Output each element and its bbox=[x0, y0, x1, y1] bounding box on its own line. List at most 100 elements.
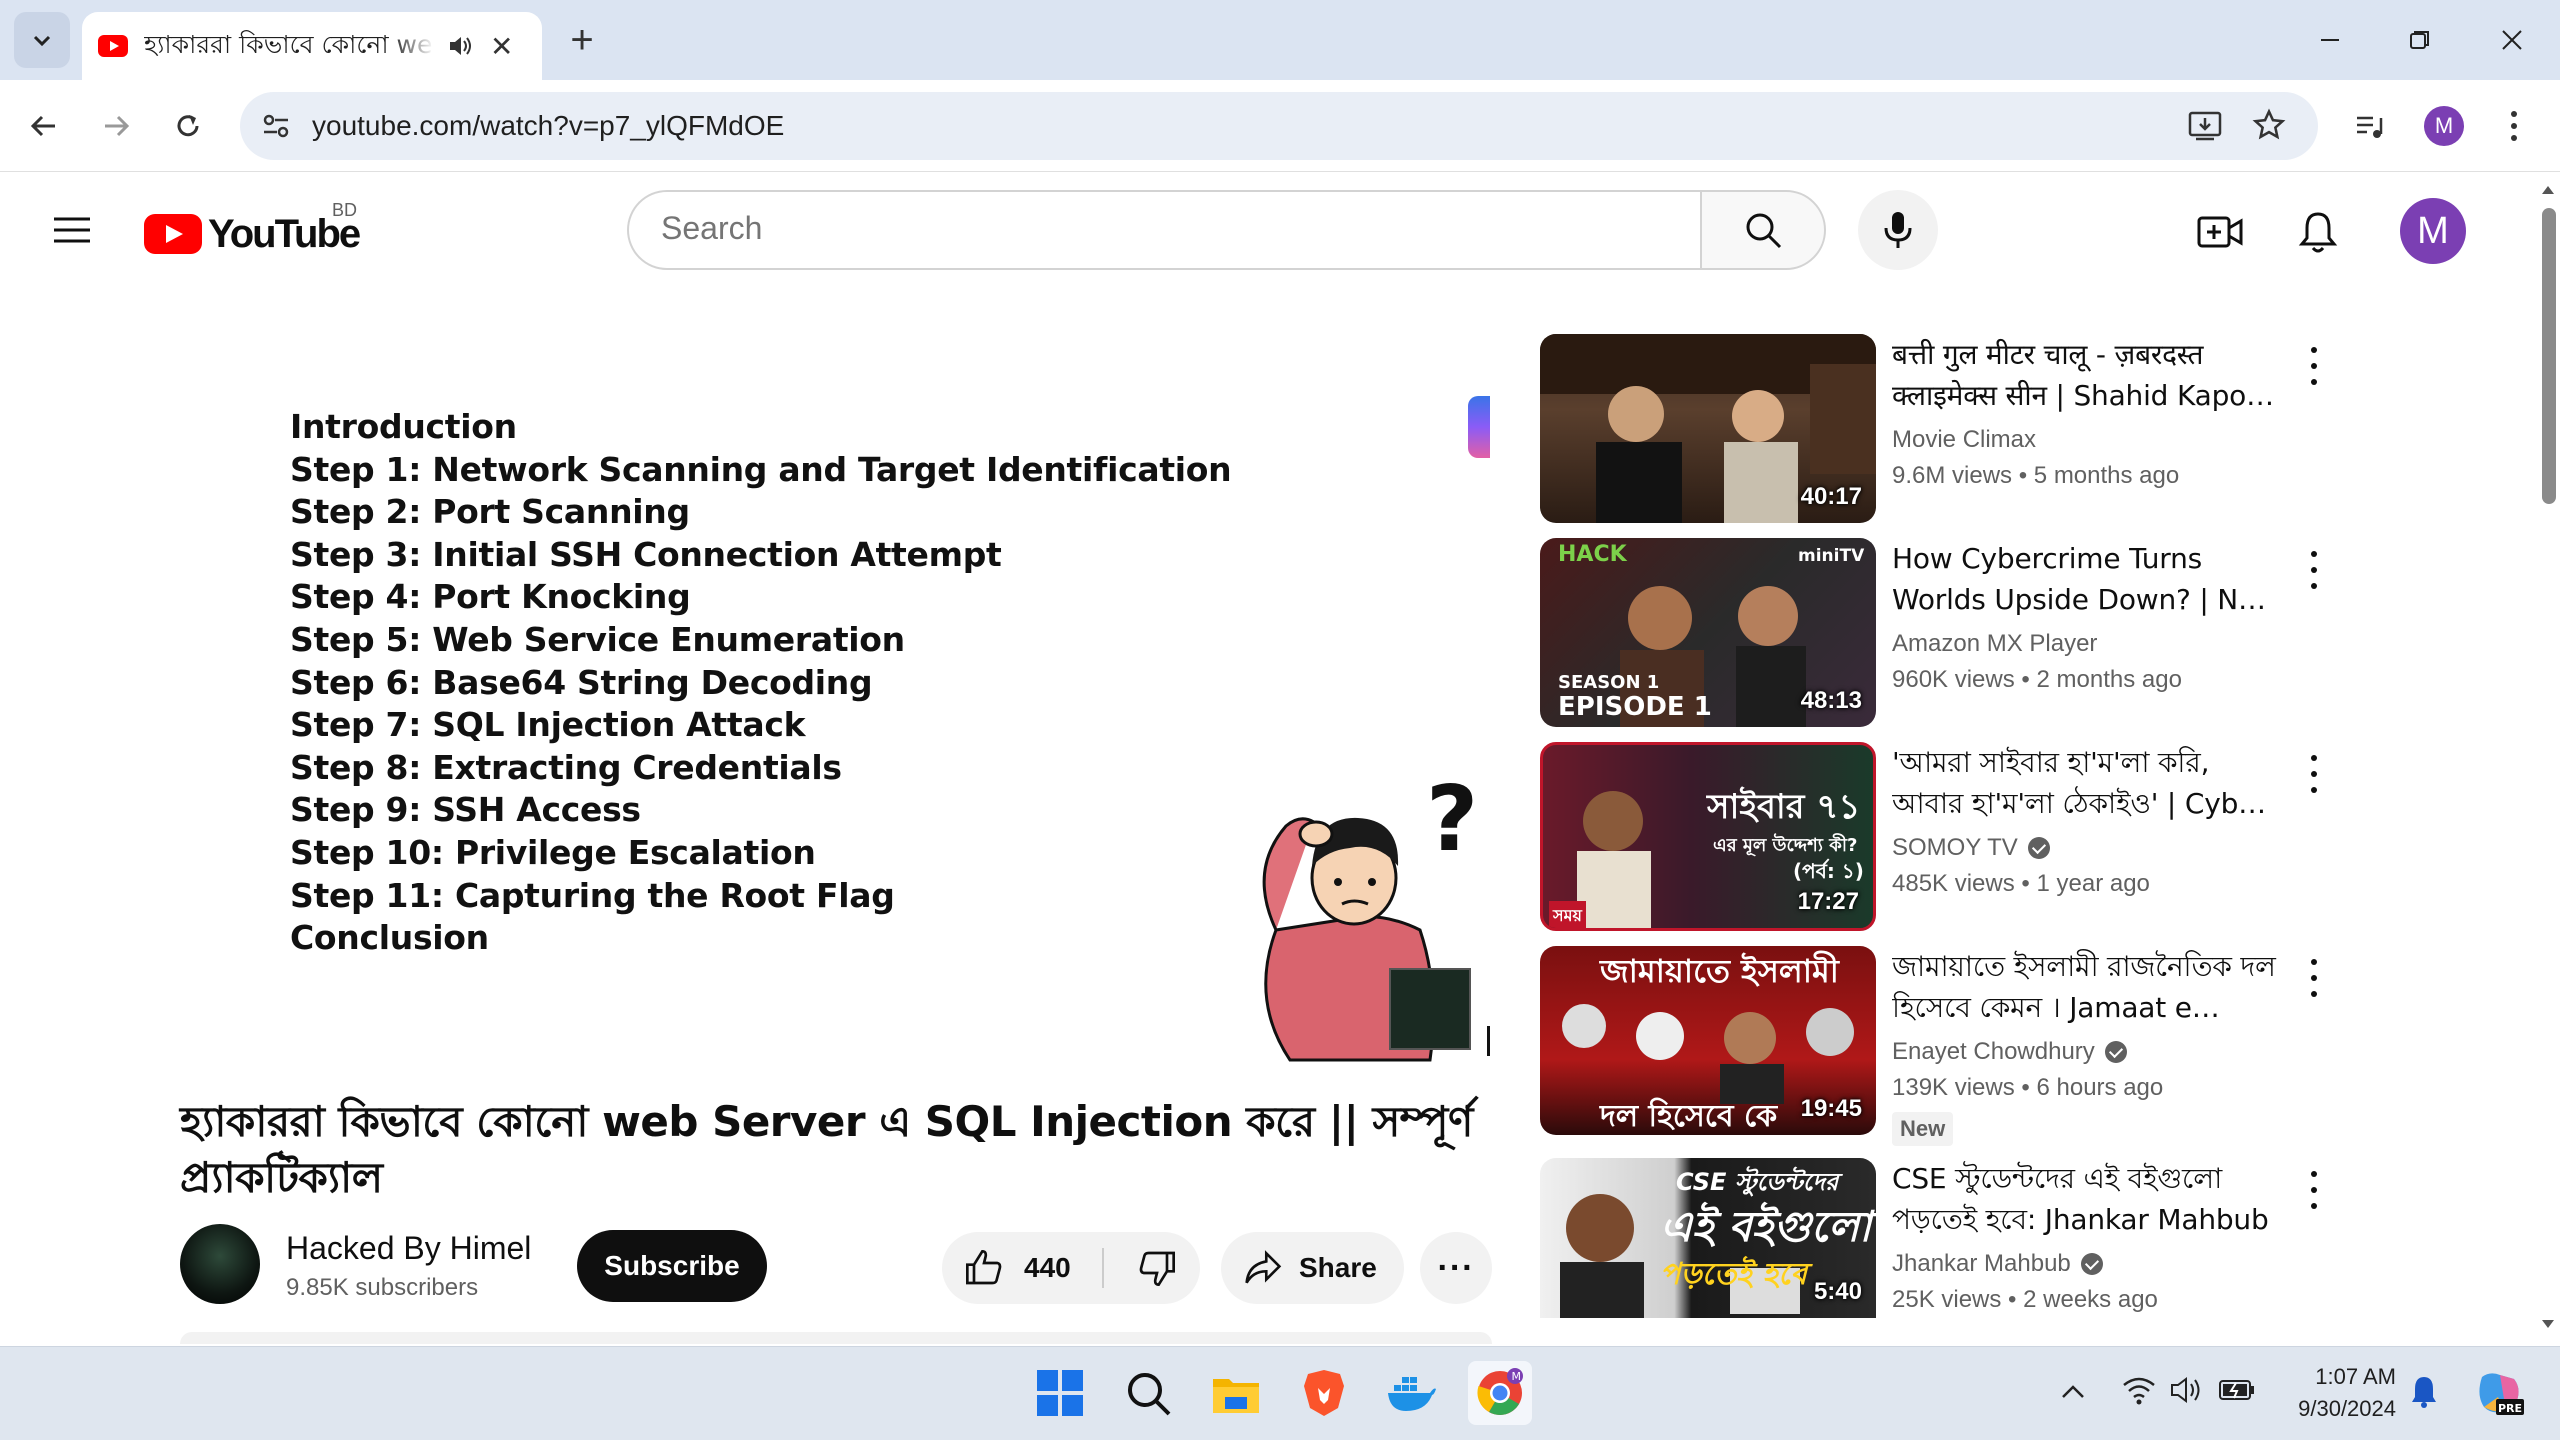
recommendation-item[interactable]: জামায়াতে ইসলামী দল হিসেবে কে 19:45 জামা… bbox=[1540, 946, 2330, 1146]
chevron-up-icon[interactable] bbox=[2060, 1381, 2086, 1401]
bookmark-star-icon[interactable] bbox=[2252, 108, 2286, 142]
scroll-down-arrow-icon[interactable] bbox=[2542, 1320, 2554, 1328]
more-actions-button[interactable]: ··· bbox=[1420, 1232, 1492, 1304]
browser-toolbar: youtube.com/watch?v=p7_ylQFMdOE M bbox=[0, 80, 2560, 172]
thumb-text: (পর্ব: ১) bbox=[1793, 859, 1864, 883]
close-window-button[interactable] bbox=[2482, 18, 2542, 62]
notifications-button[interactable] bbox=[2292, 206, 2344, 258]
windows-start-icon bbox=[1037, 1370, 1083, 1416]
video-title: হ্যাকাররা কিভাবে কোনো web Server এ SQL I… bbox=[180, 1097, 1473, 1202]
like-button[interactable]: 440 bbox=[942, 1232, 1102, 1304]
youtube-favicon-icon bbox=[98, 35, 128, 57]
youtube-header: YouTube BD M bbox=[0, 172, 2536, 288]
chapter-item: Step 5: Web Service Enumeration bbox=[290, 619, 905, 659]
volume-icon[interactable] bbox=[2170, 1375, 2206, 1405]
video-thumbnail[interactable]: HACK miniTV SEASON 1 EPISODE 1 48:13 bbox=[1540, 538, 1876, 727]
search-icon bbox=[1746, 213, 1782, 249]
description-box[interactable] bbox=[180, 1332, 1492, 1344]
text-cursor bbox=[1487, 1026, 1490, 1056]
reload-button[interactable] bbox=[164, 102, 212, 150]
video-duration: 17:27 bbox=[1797, 888, 1859, 915]
video-player[interactable]: Introduction Step 1: Network Scanning an… bbox=[180, 330, 1492, 1070]
scroll-up-arrow-icon[interactable] bbox=[2542, 186, 2554, 194]
back-button[interactable] bbox=[20, 102, 68, 150]
share-button[interactable]: Share bbox=[1221, 1232, 1404, 1304]
search-button[interactable] bbox=[1700, 190, 1826, 270]
copilot-icon[interactable]: PRE bbox=[2474, 1369, 2524, 1417]
media-control-button[interactable] bbox=[2346, 102, 2394, 150]
kebab-menu-icon[interactable] bbox=[2302, 1166, 2326, 1214]
recommendation-title[interactable]: 'আমরা সাইবার হা'ম'লা করি, আবার হা'ম'লা ঠ… bbox=[1892, 742, 2282, 824]
kebab-menu-icon[interactable] bbox=[2302, 342, 2326, 390]
video-thumbnail[interactable]: সাইবার ৭১ এর মূল উদ্দেশ্য কী? (পর্ব: ১) … bbox=[1540, 742, 1876, 931]
site-info-icon[interactable] bbox=[260, 110, 292, 142]
brave-browser-button[interactable] bbox=[1292, 1361, 1356, 1425]
dislike-button[interactable] bbox=[1122, 1232, 1192, 1304]
kebab-menu-icon[interactable] bbox=[2302, 750, 2326, 798]
recommendation-channel[interactable]: SOMOY TV bbox=[1892, 834, 2050, 862]
channel-name: Amazon MX Player bbox=[1892, 630, 2098, 657]
channel-watermark[interactable] bbox=[1389, 968, 1471, 1050]
search-box bbox=[627, 190, 1700, 270]
docker-desktop-button[interactable] bbox=[1380, 1361, 1444, 1425]
upload-age: 1 year ago bbox=[2036, 870, 2150, 897]
voice-search-button[interactable] bbox=[1858, 190, 1938, 270]
like-count: 440 bbox=[1024, 1252, 1071, 1283]
install-app-icon[interactable] bbox=[2188, 110, 2222, 142]
recommendation-title[interactable]: জামায়াতে ইসলামী রাজনৈতিক দল হিসেবে কেমন… bbox=[1892, 946, 2282, 1028]
forward-button[interactable] bbox=[92, 102, 140, 150]
recommendation-title[interactable]: CSE স্টুডেন্টদের এই বইগুলো পড়তেই হবে: J… bbox=[1892, 1158, 2282, 1240]
recommendation-item[interactable]: 40:17 बत्ती गुल मीटर चालू - ज़बरदस्त क्ल… bbox=[1540, 334, 2330, 524]
wifi-icon[interactable] bbox=[2122, 1375, 2156, 1405]
battery-icon[interactable] bbox=[2218, 1377, 2256, 1403]
recommendation-item[interactable]: সাইবার ৭১ এর মূল উদ্দেশ্য কী? (পর্ব: ১) … bbox=[1540, 742, 2330, 932]
youtube-logo[interactable]: YouTube BD bbox=[144, 200, 361, 258]
recommendation-title[interactable]: How Cybercrime Turns Worlds Upside Down?… bbox=[1892, 538, 2282, 620]
start-button[interactable] bbox=[1028, 1361, 1092, 1425]
tab-close-icon[interactable]: ✕ bbox=[490, 30, 513, 63]
create-button[interactable] bbox=[2194, 206, 2246, 258]
channel-name[interactable]: Hacked By Himel bbox=[286, 1230, 531, 1267]
system-clock[interactable]: 1:07 AM 9/30/2024 bbox=[2270, 1361, 2396, 1425]
recommendation-item[interactable]: CSE স্টুডেন্টদের এই বইগুলো পড়তেই হবে 5:… bbox=[1540, 1158, 2330, 1318]
verified-icon bbox=[2080, 1253, 2103, 1275]
channel-avatar[interactable] bbox=[180, 1224, 260, 1304]
playlist-music-icon bbox=[2357, 116, 2383, 138]
new-tab-button[interactable]: + bbox=[560, 18, 604, 62]
account-avatar[interactable]: M bbox=[2400, 198, 2466, 264]
guide-menu-button[interactable] bbox=[48, 206, 96, 254]
chrome-profile-avatar[interactable]: M bbox=[2424, 106, 2464, 146]
video-add-icon bbox=[2197, 216, 2243, 248]
subscribe-button[interactable]: Subscribe bbox=[577, 1230, 767, 1302]
like-dislike-group: 440 bbox=[942, 1232, 1200, 1304]
search-input[interactable] bbox=[661, 210, 1641, 247]
kebab-menu-icon[interactable] bbox=[2302, 954, 2326, 1002]
taskbar-search-button[interactable] bbox=[1116, 1361, 1180, 1425]
restore-button[interactable] bbox=[2390, 18, 2450, 62]
video-thumbnail[interactable]: জামায়াতে ইসলামী দল হিসেবে কে 19:45 bbox=[1540, 946, 1876, 1135]
minimize-button[interactable] bbox=[2300, 18, 2360, 62]
recommendation-meta: 960K views • 2 months ago bbox=[1892, 666, 2182, 693]
chrome-menu-button[interactable] bbox=[2490, 102, 2538, 150]
recommendation-channel[interactable]: Amazon MX Player bbox=[1892, 630, 2097, 658]
country-code: BD bbox=[332, 200, 358, 220]
notification-bell-icon[interactable] bbox=[2410, 1375, 2438, 1409]
kebab-menu-icon[interactable] bbox=[2302, 546, 2326, 594]
page-scrollbar[interactable] bbox=[2536, 172, 2560, 1346]
recommendation-channel[interactable]: Movie Climax bbox=[1892, 426, 2036, 454]
clock-date: 9/30/2024 bbox=[2298, 1396, 2396, 1421]
active-tab[interactable]: হ্যাকাররা কিভাবে কোনো web Server এ SQL I… bbox=[82, 12, 542, 80]
file-explorer-button[interactable] bbox=[1204, 1361, 1268, 1425]
speaker-icon[interactable] bbox=[446, 32, 474, 60]
video-duration: 40:17 bbox=[1800, 483, 1862, 510]
video-thumbnail[interactable]: 40:17 bbox=[1540, 334, 1876, 523]
recommendation-title[interactable]: बत्ती गुल मीटर चालू - ज़बरदस्त क्लाइमेक्… bbox=[1892, 334, 2282, 416]
address-bar[interactable]: youtube.com/watch?v=p7_ylQFMdOE bbox=[240, 92, 2318, 160]
recommendation-channel[interactable]: Enayet Chowdhury bbox=[1892, 1038, 2127, 1066]
scrollbar-thumb[interactable] bbox=[2542, 208, 2556, 504]
tab-search-button[interactable] bbox=[14, 12, 70, 68]
video-thumbnail[interactable]: CSE স্টুডেন্টদের এই বইগুলো পড়তেই হবে 5:… bbox=[1540, 1158, 1876, 1318]
recommendation-item[interactable]: HACK miniTV SEASON 1 EPISODE 1 48:13 How… bbox=[1540, 538, 2330, 728]
recommendation-channel[interactable]: Jhankar Mahbub bbox=[1892, 1250, 2103, 1278]
chrome-button[interactable]: M bbox=[1468, 1361, 1532, 1425]
